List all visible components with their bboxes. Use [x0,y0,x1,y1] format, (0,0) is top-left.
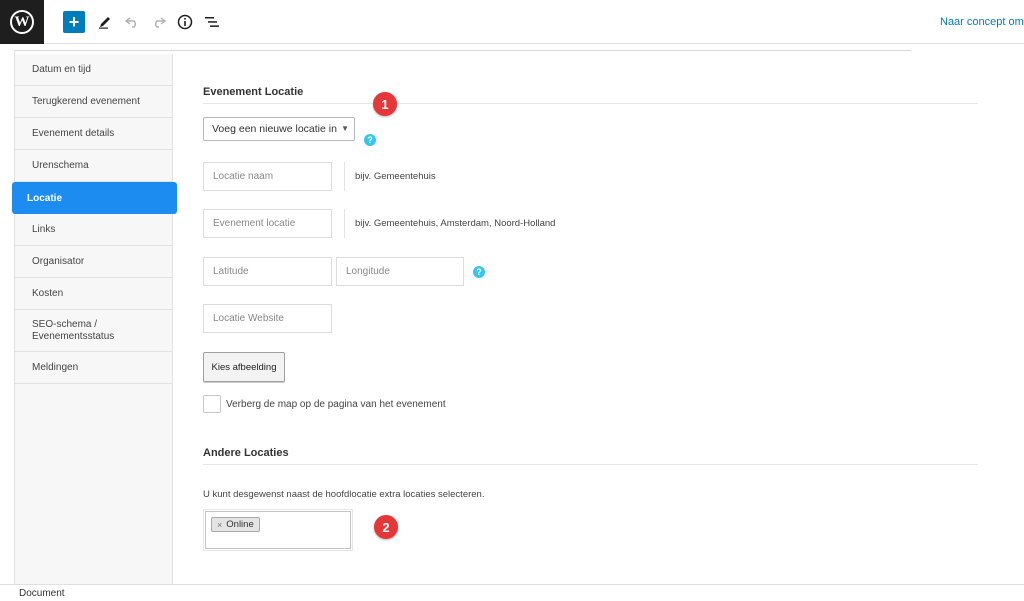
tab-seo-schema[interactable]: SEO-schema / Evenementsstatus [15,310,172,352]
location-select-value: Voeg een nieuwe locatie in [212,123,337,135]
location-select[interactable]: Voeg een nieuwe locatie in ▼ [203,117,355,141]
tab-costs[interactable]: Kosten [15,278,172,310]
location-tag[interactable]: × Online [211,517,260,532]
tab-schedule[interactable]: Urenschema [15,150,172,182]
location-website-input[interactable]: Locatie Website [203,304,332,333]
location-panel: Evenement Locatie Voeg een nieuwe locati… [203,50,983,584]
other-locations-description: U kunt desgewenst naast de hoofdlocatie … [203,489,485,500]
editor-toolbar: W + Naar concept omzetten [0,0,1024,44]
location-section-title: Evenement Locatie [203,86,304,98]
close-icon[interactable]: × [217,520,222,530]
choose-image-button[interactable]: Kies afbeelding [203,352,285,382]
tab-organizer[interactable]: Organisator [15,246,172,278]
tab-recurring-event[interactable]: Terugkerend evenement [15,86,172,118]
breadcrumb: Document [0,584,1024,601]
wordpress-logo-icon: W [10,10,34,34]
location-tag-label: Online [226,519,254,530]
redo-icon[interactable] [148,11,170,33]
hide-map-checkbox[interactable] [203,395,221,413]
divider [203,464,978,465]
breadcrumb-document[interactable]: Document [19,588,65,599]
latitude-input[interactable]: Latitude [203,257,332,286]
pencil-icon[interactable] [94,11,116,33]
help-icon[interactable]: ? [473,266,485,278]
hide-map-label: Verberg de map op de pagina van het even… [226,399,446,410]
other-locations-multiselect[interactable]: × Online [205,511,351,549]
tab-links[interactable]: Links [15,214,172,246]
tab-notifications[interactable]: Meldingen [15,352,172,384]
info-icon[interactable] [174,11,196,33]
help-icon[interactable]: ? [364,134,376,146]
event-address-input[interactable]: Evenement locatie [203,209,332,238]
longitude-input[interactable]: Longitude [336,257,464,286]
undo-icon[interactable] [121,11,143,33]
tab-location[interactable]: Locatie [12,182,177,214]
event-address-hint: bijv. Gemeentehuis, Amsterdam, Noord-Hol… [344,209,555,238]
metabox-tabs: Datum en tijd Terugkerend evenement Even… [12,54,177,584]
location-name-hint: bijv. Gemeentehuis [344,162,436,191]
wordpress-logo-button[interactable]: W [0,0,44,44]
list-view-icon[interactable] [201,11,223,33]
event-metabox: Datum en tijd Terugkerend evenement Even… [12,50,1024,584]
annotation-badge-2: 2 [374,515,398,539]
tab-event-details[interactable]: Evenement details [15,118,172,150]
tab-date-time[interactable]: Datum en tijd [15,54,172,86]
annotation-badge-1: 1 [373,92,397,116]
divider [203,103,978,104]
switch-to-draft-link[interactable]: Naar concept omzetten [940,16,1024,28]
location-name-input[interactable]: Locatie naam [203,162,332,191]
add-block-button[interactable]: + [63,11,85,33]
other-locations-title: Andere Locaties [203,447,289,459]
chevron-down-icon: ▼ [341,124,349,133]
